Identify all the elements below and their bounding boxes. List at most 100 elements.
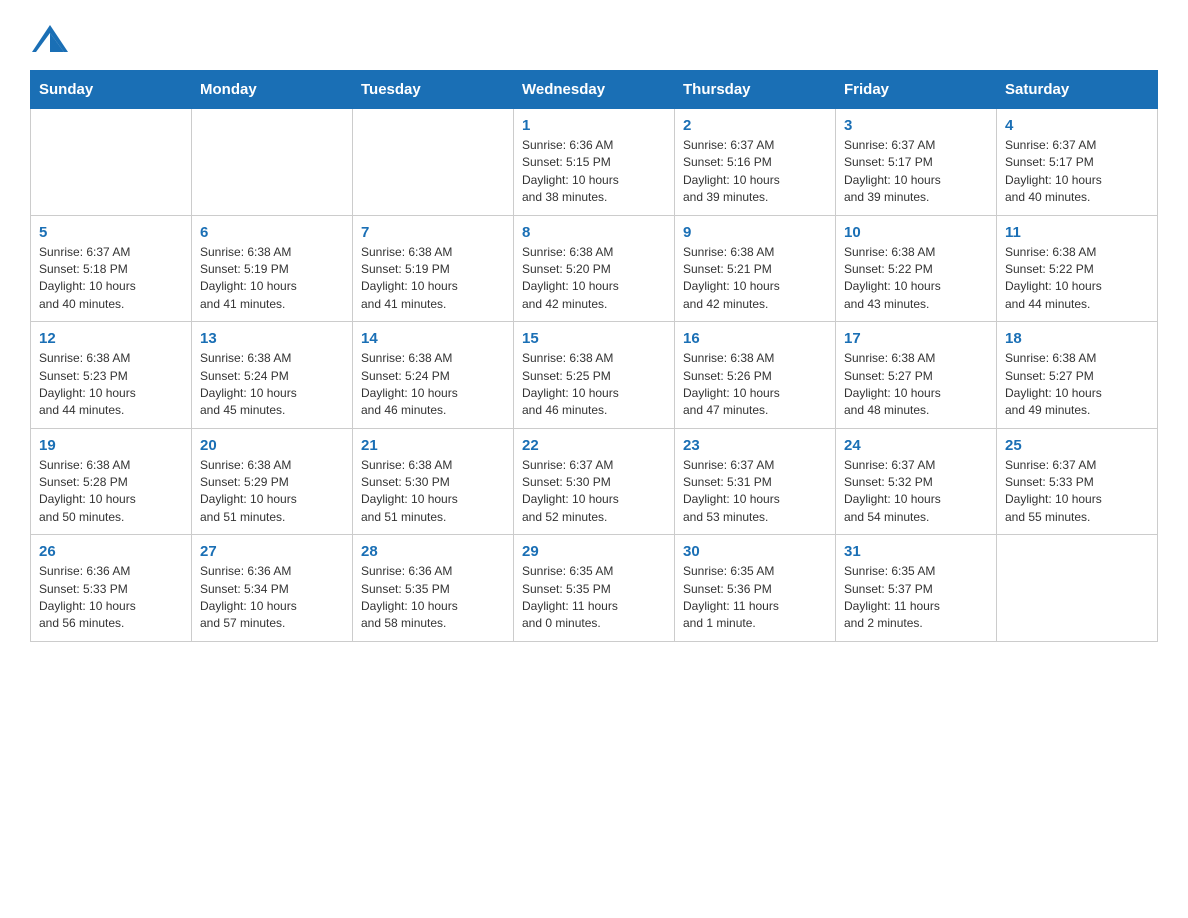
calendar-cell: [31, 109, 192, 216]
day-info: Sunrise: 6:35 AM Sunset: 5:37 PM Dayligh…: [844, 563, 988, 633]
day-info: Sunrise: 6:37 AM Sunset: 5:30 PM Dayligh…: [522, 457, 666, 527]
calendar-cell: 28Sunrise: 6:36 AM Sunset: 5:35 PM Dayli…: [353, 535, 514, 642]
day-info: Sunrise: 6:37 AM Sunset: 5:16 PM Dayligh…: [683, 137, 827, 207]
calendar-cell: 17 Sunrise: 6:38 AM Sunset: 5:27 PM Dayli…: [836, 322, 997, 429]
col-header-friday: Friday: [836, 71, 997, 109]
day-number: 16: [683, 330, 827, 347]
day-number: 30: [683, 543, 827, 560]
calendar-cell: 5 Sunrise: 6:37 AM Sunset: 5:18 PM Daylig…: [31, 215, 192, 322]
calendar-week-row-2: 5 Sunrise: 6:37 AM Sunset: 5:18 PM Daylig…: [31, 215, 1158, 322]
calendar-cell: 11 Sunrise: 6:38 AM Sunset: 5:22 PM Dayli…: [997, 215, 1158, 322]
calendar-cell: 15 Sunrise: 6:38 AM Sunset: 5:25 PM Dayli…: [514, 322, 675, 429]
calendar-cell: 9Sunrise: 6:38 AM Sunset: 5:21 PM Daylig…: [675, 215, 836, 322]
day-info: Sunrise: 6:36 AM Sunset: 5:34 PM Dayligh…: [200, 563, 344, 633]
calendar-table: SundayMondayTuesdayWednesdayThursdayFrid…: [30, 70, 1158, 642]
col-header-sunday: Sunday: [31, 71, 192, 109]
calendar-header-row: SundayMondayTuesdayWednesdayThursdayFrid…: [31, 71, 1158, 109]
day-number: 18: [1005, 330, 1149, 347]
day-info: Sunrise: 6:36 AM Sunset: 5:35 PM Dayligh…: [361, 563, 505, 633]
day-number: 14: [361, 330, 505, 347]
day-number: 2: [683, 117, 827, 134]
calendar-cell: 22 Sunrise: 6:37 AM Sunset: 5:30 PM Dayli…: [514, 428, 675, 535]
calendar-cell: 24 Sunrise: 6:37 AM Sunset: 5:32 PM Dayli…: [836, 428, 997, 535]
day-number: 20: [200, 437, 344, 454]
col-header-saturday: Saturday: [997, 71, 1158, 109]
calendar-cell: 16 Sunrise: 6:38 AM Sunset: 5:26 PM Dayli…: [675, 322, 836, 429]
calendar-cell: 2 Sunrise: 6:37 AM Sunset: 5:16 PM Daylig…: [675, 109, 836, 216]
day-number: 3: [844, 117, 988, 134]
day-info: Sunrise: 6:38 AM Sunset: 5:19 PM Dayligh…: [361, 244, 505, 314]
day-number: 27: [200, 543, 344, 560]
day-info: Sunrise: 6:38 AM Sunset: 5:20 PM Dayligh…: [522, 244, 666, 314]
day-number: 23: [683, 437, 827, 454]
day-info: Sunrise: 6:37 AM Sunset: 5:32 PM Dayligh…: [844, 457, 988, 527]
day-info: Sunrise: 6:38 AM Sunset: 5:27 PM Dayligh…: [844, 350, 988, 420]
day-info: Sunrise: 6:38 AM Sunset: 5:24 PM Dayligh…: [361, 350, 505, 420]
day-number: 13: [200, 330, 344, 347]
day-info: Sunrise: 6:36 AM Sunset: 5:33 PM Dayligh…: [39, 563, 183, 633]
day-info: Sunrise: 6:38 AM Sunset: 5:27 PM Dayligh…: [1005, 350, 1149, 420]
day-info: Sunrise: 6:38 AM Sunset: 5:19 PM Dayligh…: [200, 244, 344, 314]
day-info: Sunrise: 6:38 AM Sunset: 5:26 PM Dayligh…: [683, 350, 827, 420]
day-info: Sunrise: 6:38 AM Sunset: 5:22 PM Dayligh…: [1005, 244, 1149, 314]
calendar-cell: 3 Sunrise: 6:37 AM Sunset: 5:17 PM Daylig…: [836, 109, 997, 216]
calendar-cell: 6 Sunrise: 6:38 AM Sunset: 5:19 PM Daylig…: [192, 215, 353, 322]
day-info: Sunrise: 6:37 AM Sunset: 5:17 PM Dayligh…: [844, 137, 988, 207]
day-number: 21: [361, 437, 505, 454]
day-number: 15: [522, 330, 666, 347]
day-number: 7: [361, 224, 505, 241]
day-info: Sunrise: 6:38 AM Sunset: 5:23 PM Dayligh…: [39, 350, 183, 420]
day-number: 17: [844, 330, 988, 347]
calendar-cell: 13Sunrise: 6:38 AM Sunset: 5:24 PM Dayli…: [192, 322, 353, 429]
calendar-cell: [353, 109, 514, 216]
day-info: Sunrise: 6:38 AM Sunset: 5:28 PM Dayligh…: [39, 457, 183, 527]
day-number: 6: [200, 224, 344, 241]
day-number: 8: [522, 224, 666, 241]
calendar-cell: 7 Sunrise: 6:38 AM Sunset: 5:19 PM Daylig…: [353, 215, 514, 322]
calendar-cell: 31 Sunrise: 6:35 AM Sunset: 5:37 PM Dayli…: [836, 535, 997, 642]
day-number: 1: [522, 117, 666, 134]
day-info: Sunrise: 6:35 AM Sunset: 5:35 PM Dayligh…: [522, 563, 666, 633]
logo-icon: [30, 20, 70, 60]
day-number: 31: [844, 543, 988, 560]
calendar-cell: 12 Sunrise: 6:38 AM Sunset: 5:23 PM Dayli…: [31, 322, 192, 429]
day-number: 4: [1005, 117, 1149, 134]
day-info: Sunrise: 6:37 AM Sunset: 5:33 PM Dayligh…: [1005, 457, 1149, 527]
day-info: Sunrise: 6:35 AM Sunset: 5:36 PM Dayligh…: [683, 563, 827, 633]
day-number: 19: [39, 437, 183, 454]
calendar-cell: 10 Sunrise: 6:38 AM Sunset: 5:22 PM Dayli…: [836, 215, 997, 322]
col-header-monday: Monday: [192, 71, 353, 109]
day-number: 10: [844, 224, 988, 241]
calendar-cell: 29 Sunrise: 6:35 AM Sunset: 5:35 PM Dayli…: [514, 535, 675, 642]
day-info: Sunrise: 6:37 AM Sunset: 5:31 PM Dayligh…: [683, 457, 827, 527]
calendar-cell: 19 Sunrise: 6:38 AM Sunset: 5:28 PM Dayli…: [31, 428, 192, 535]
calendar-cell: 26 Sunrise: 6:36 AM Sunset: 5:33 PM Dayli…: [31, 535, 192, 642]
calendar-cell: [192, 109, 353, 216]
day-number: 29: [522, 543, 666, 560]
day-info: Sunrise: 6:37 AM Sunset: 5:17 PM Dayligh…: [1005, 137, 1149, 207]
calendar-cell: 30 Sunrise: 6:35 AM Sunset: 5:36 PM Dayli…: [675, 535, 836, 642]
day-number: 5: [39, 224, 183, 241]
logo: [30, 20, 74, 60]
calendar-cell: 21 Sunrise: 6:38 AM Sunset: 5:30 PM Dayli…: [353, 428, 514, 535]
calendar-cell: 1 Sunrise: 6:36 AM Sunset: 5:15 PM Daylig…: [514, 109, 675, 216]
day-number: 24: [844, 437, 988, 454]
day-number: 26: [39, 543, 183, 560]
calendar-cell: 18 Sunrise: 6:38 AM Sunset: 5:27 PM Dayli…: [997, 322, 1158, 429]
col-header-thursday: Thursday: [675, 71, 836, 109]
day-info: Sunrise: 6:38 AM Sunset: 5:25 PM Dayligh…: [522, 350, 666, 420]
calendar-cell: 4 Sunrise: 6:37 AM Sunset: 5:17 PM Daylig…: [997, 109, 1158, 216]
day-info: Sunrise: 6:37 AM Sunset: 5:18 PM Dayligh…: [39, 244, 183, 314]
calendar-week-row-3: 12 Sunrise: 6:38 AM Sunset: 5:23 PM Dayli…: [31, 322, 1158, 429]
day-number: 25: [1005, 437, 1149, 454]
day-number: 11: [1005, 224, 1149, 241]
day-info: Sunrise: 6:38 AM Sunset: 5:29 PM Dayligh…: [200, 457, 344, 527]
page-header: [30, 20, 1158, 60]
day-number: 12: [39, 330, 183, 347]
calendar-cell: 20 Sunrise: 6:38 AM Sunset: 5:29 PM Dayli…: [192, 428, 353, 535]
day-number: 22: [522, 437, 666, 454]
day-info: Sunrise: 6:38 AM Sunset: 5:30 PM Dayligh…: [361, 457, 505, 527]
calendar-cell: 8 Sunrise: 6:38 AM Sunset: 5:20 PM Daylig…: [514, 215, 675, 322]
day-info: Sunrise: 6:38 AM Sunset: 5:22 PM Dayligh…: [844, 244, 988, 314]
day-info: Sunrise: 6:36 AM Sunset: 5:15 PM Dayligh…: [522, 137, 666, 207]
